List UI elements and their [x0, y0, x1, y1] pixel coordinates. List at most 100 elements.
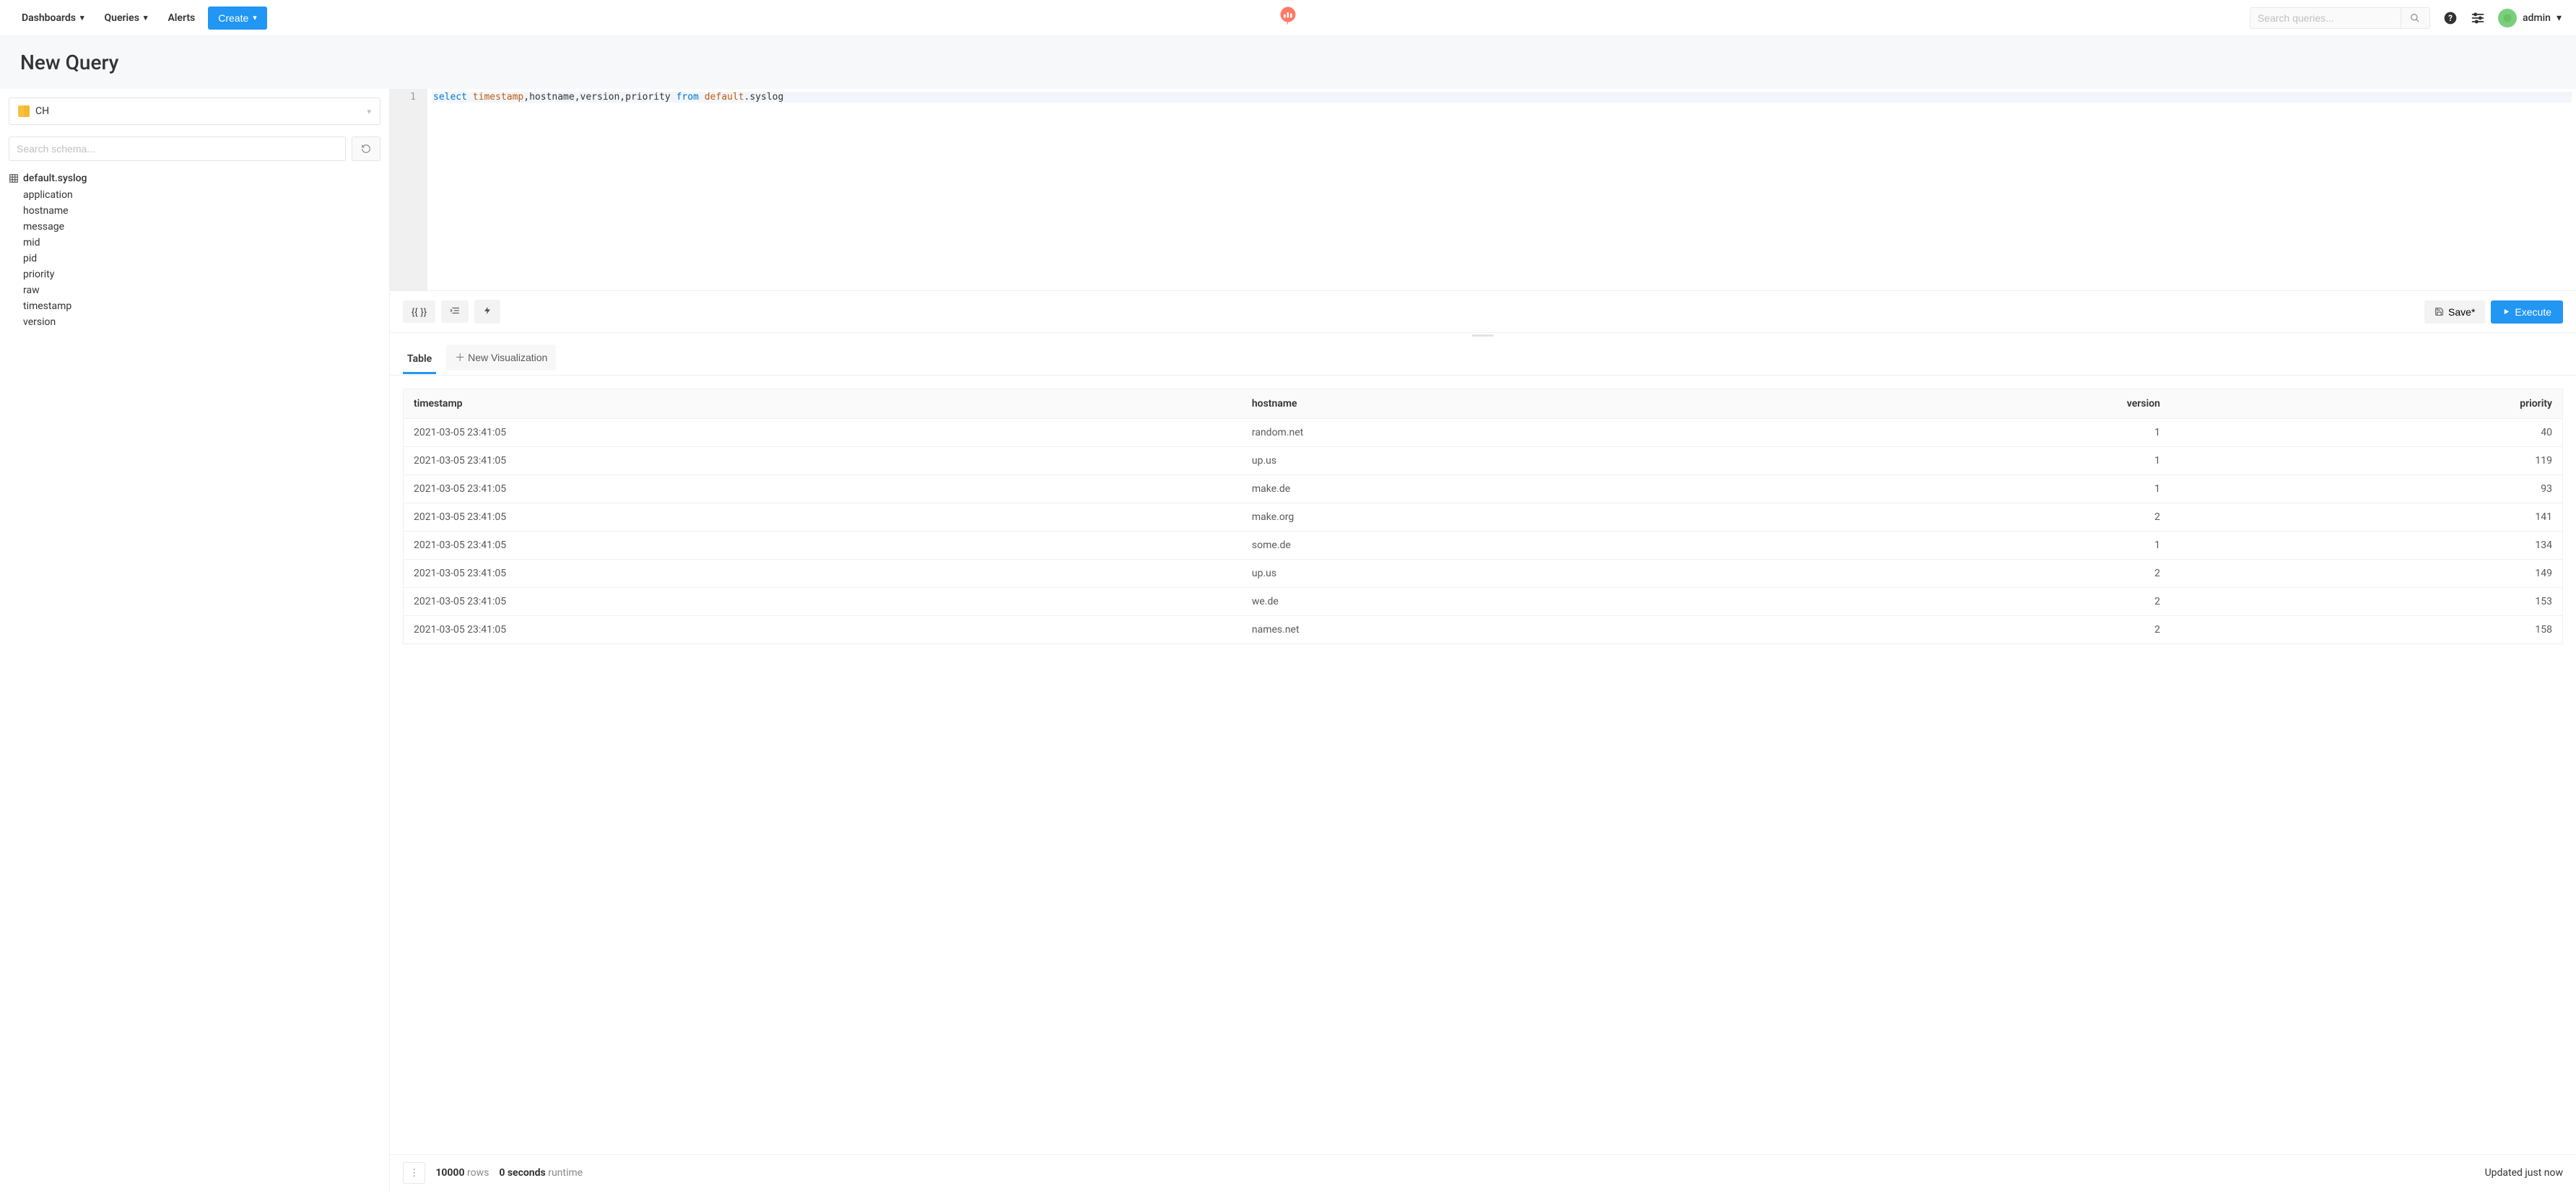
- kebab-icon: ⋮: [409, 1167, 419, 1178]
- schema-column[interactable]: priority: [23, 266, 380, 282]
- play-icon: [2502, 308, 2510, 316]
- schema-column[interactable]: raw: [23, 282, 380, 298]
- table-cell: 2: [1774, 616, 2170, 644]
- search-icon: [2410, 13, 2420, 23]
- help-button[interactable]: ?: [2443, 11, 2458, 25]
- refresh-schema-button[interactable]: [352, 136, 380, 161]
- user-menu[interactable]: admin ▾: [2498, 9, 2562, 27]
- table-cell: random.net: [1242, 419, 1774, 447]
- schema-column[interactable]: hostname: [23, 203, 380, 219]
- table-cell: 40: [2170, 419, 2563, 447]
- schema-column[interactable]: pid: [23, 251, 380, 266]
- bolt-icon: [483, 306, 492, 316]
- save-label: Save*: [2448, 306, 2475, 318]
- table-cell: 2: [1774, 588, 2170, 616]
- editor-toolbar: {{ }} Save* Execute: [390, 291, 2576, 333]
- table-cell: make.de: [1242, 475, 1774, 503]
- table-cell: 153: [2170, 588, 2563, 616]
- table-cell: 2021-03-05 23:41:05: [404, 588, 1242, 616]
- autocomplete-button[interactable]: [474, 300, 500, 324]
- row-count-label: rows: [467, 1167, 489, 1179]
- new-visualization-button[interactable]: ＋ New Visualization: [446, 344, 556, 370]
- table-cell: 93: [2170, 475, 2563, 503]
- avatar: [2498, 9, 2517, 27]
- schema-search-row: [9, 136, 380, 161]
- table-row: 2021-03-05 23:41:05names.net2158: [404, 616, 2563, 644]
- more-button[interactable]: ⋮: [403, 1162, 425, 1184]
- editor-gutter: 1: [390, 89, 427, 290]
- result-tabs: Table ＋ New Visualization: [390, 337, 2576, 376]
- column-header[interactable]: version: [1774, 389, 2170, 419]
- indent-icon: [450, 306, 460, 315]
- query-content: 1 select timestamp,hostname,version,prio…: [390, 89, 2576, 1191]
- table-cell: 2: [1774, 560, 2170, 588]
- table-cell: some.de: [1242, 532, 1774, 560]
- column-header[interactable]: priority: [2170, 389, 2563, 419]
- schema-table-name: default.syslog: [23, 173, 87, 184]
- params-button[interactable]: {{ }}: [403, 300, 435, 323]
- nav-dashboards[interactable]: Dashboards ▾: [14, 8, 92, 28]
- execute-button[interactable]: Execute: [2491, 300, 2563, 324]
- datasource-icon: [18, 105, 30, 117]
- table-cell: 1: [1774, 475, 2170, 503]
- top-nav: Dashboards ▾ Queries ▾ Alerts Create ▾ ?: [0, 0, 2576, 36]
- table-cell: 2021-03-05 23:41:05: [404, 616, 1242, 644]
- search-button[interactable]: [2401, 7, 2430, 29]
- nav-queries[interactable]: Queries ▾: [97, 8, 155, 28]
- search-input[interactable]: [2250, 7, 2401, 29]
- schema-column[interactable]: message: [23, 219, 380, 235]
- user-label: admin: [2523, 12, 2551, 24]
- runtime-value: 0 seconds: [499, 1167, 545, 1179]
- table-cell: 2021-03-05 23:41:05: [404, 475, 1242, 503]
- global-search: [2250, 7, 2430, 29]
- create-button[interactable]: Create ▾: [208, 6, 267, 30]
- table-cell: 2021-03-05 23:41:05: [404, 503, 1242, 532]
- schema-column[interactable]: timestamp: [23, 298, 380, 314]
- chevron-down-icon: ▾: [2557, 12, 2562, 24]
- schema-column[interactable]: mid: [23, 235, 380, 251]
- editor-code[interactable]: select timestamp,hostname,version,priori…: [427, 89, 2576, 290]
- chevron-down-icon: ▾: [367, 107, 371, 116]
- redash-logo[interactable]: [1277, 6, 1299, 30]
- sliders-icon: [2471, 11, 2485, 25]
- nav-alerts-label: Alerts: [167, 12, 195, 24]
- table-cell: 2: [1774, 503, 2170, 532]
- table-cell: 158: [2170, 616, 2563, 644]
- nav-queries-label: Queries: [105, 12, 139, 24]
- results-footer: ⋮ 10000 rows 0 seconds runtime Updated j…: [390, 1154, 2576, 1191]
- table-cell: 2021-03-05 23:41:05: [404, 419, 1242, 447]
- schema-column[interactable]: application: [23, 187, 380, 203]
- settings-button[interactable]: [2471, 11, 2485, 25]
- nav-alerts[interactable]: Alerts: [160, 8, 202, 28]
- plus-icon: ＋: [455, 352, 465, 363]
- nav-dashboards-label: Dashboards: [22, 12, 76, 24]
- page-title: New Query: [20, 51, 2556, 74]
- nav-left: Dashboards ▾ Queries ▾ Alerts Create ▾: [14, 6, 267, 30]
- schema-table[interactable]: default.syslog: [9, 170, 380, 187]
- results-panel: timestamphostnameversionpriority 2021-03…: [390, 376, 2576, 1154]
- row-count-value: 10000: [435, 1167, 464, 1179]
- table-cell: 2021-03-05 23:41:05: [404, 447, 1242, 475]
- tab-table[interactable]: Table: [403, 346, 436, 374]
- chevron-down-icon: ▾: [253, 13, 257, 22]
- chevron-down-icon: ▾: [80, 13, 84, 22]
- table-cell: 2021-03-05 23:41:05: [404, 532, 1242, 560]
- format-button[interactable]: [441, 300, 469, 323]
- datasource-select[interactable]: CH ▾: [9, 98, 380, 125]
- schema-search-input[interactable]: [9, 136, 346, 161]
- table-icon: [9, 173, 19, 183]
- create-label: Create: [218, 12, 248, 24]
- table-row: 2021-03-05 23:41:05up.us1119: [404, 447, 2563, 475]
- execute-label: Execute: [2515, 306, 2551, 318]
- column-header[interactable]: hostname: [1242, 389, 1774, 419]
- column-header[interactable]: timestamp: [404, 389, 1242, 419]
- save-button[interactable]: Save*: [2424, 300, 2485, 324]
- main: CH ▾ default.syslog applicationhostnamem…: [0, 89, 2576, 1191]
- chevron-down-icon: ▾: [144, 13, 148, 22]
- sql-editor[interactable]: 1 select timestamp,hostname,version,prio…: [390, 89, 2576, 291]
- table-cell: up.us: [1242, 560, 1774, 588]
- line-number: 1: [393, 92, 416, 103]
- schema-column[interactable]: version: [23, 314, 380, 330]
- new-viz-label: New Visualization: [468, 352, 547, 363]
- save-icon: [2434, 307, 2444, 316]
